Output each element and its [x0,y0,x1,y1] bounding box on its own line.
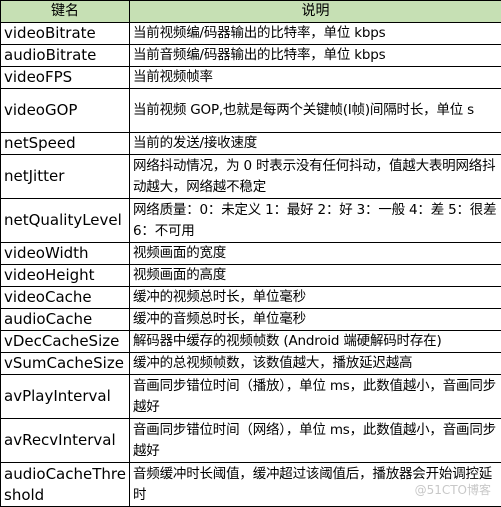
table-row: audioBitrate 当前音频编/码器输出的比特率，单位 kbps [0,44,501,67]
row-description: 当前音频编/码器输出的比特率，单位 kbps [129,44,501,67]
table-row: audioCache 缓冲的音频总时长，单位毫秒 [0,308,501,331]
row-key: vDecCacheSize [0,330,130,353]
row-key: videoFPS [0,66,130,89]
table-row: videoWidth 视频画面的宽度 [0,242,501,265]
row-description: 音画同步错位时间（网络），单位 ms，此数值越小，音画同步越好 [129,418,501,463]
row-key: audioCache [0,308,130,331]
watermark: @51CTO博客 [414,483,491,497]
row-description: 当前视频 GOP,也就是每两个关键帧(I帧)间隔时长，单位 s [129,88,501,133]
row-key: videoCache [0,286,130,309]
row-key: videoGOP [0,88,130,133]
row-key: videoBitrate [0,22,130,45]
table-row: videoGOP 当前视频 GOP,也就是每两个关键帧(I帧)间隔时长，单位 s [0,88,501,133]
row-description: 当前的发送/接收速度 [129,132,501,155]
row-key: audioCacheThreshold [0,462,130,507]
table-row: vSumCacheSize 缓冲的总视频帧数，该数值越大，播放延迟越高 [0,352,501,375]
row-description: 网络抖动情况，为 0 时表示没有任何抖动，值越大表明网络抖动越大，网络越不稳定 [129,154,501,199]
row-description: 缓冲的音频总时长，单位毫秒 [129,308,501,331]
row-key: avPlayInterval [0,374,130,419]
row-description: 缓冲的总视频帧数，该数值越大，播放延迟越高 [129,352,501,375]
table-row: netQualityLevel 网络质量：0：未定义 1：最好 2：好 3：一般 … [0,198,501,243]
row-key: netSpeed [0,132,130,155]
row-description: 音画同步错位时间（播放），单位 ms，此数值越小，音画同步越好 [129,374,501,419]
row-key: audioBitrate [0,44,130,67]
row-key: vSumCacheSize [0,352,130,375]
row-key: netQualityLevel [0,198,130,243]
row-description: 当前视频编/码器输出的比特率，单位 kbps [129,22,501,45]
header-description: 说明 [129,0,501,23]
table-row: videoFPS 当前视频帧率 [0,66,501,89]
row-description: 网络质量：0：未定义 1：最好 2：好 3：一般 4：差 5：很差 6：不可用 [129,198,501,243]
table-row: avRecvInterval 音画同步错位时间（网络），单位 ms，此数值越小，音… [0,418,501,463]
row-key: videoHeight [0,264,130,287]
table-body: videoBitrate 当前视频编/码器输出的比特率，单位 kbps audioB… [0,22,501,507]
table-row: netSpeed 当前的发送/接收速度 [0,132,501,155]
table-row: avPlayInterval 音画同步错位时间（播放），单位 ms，此数值越小，音… [0,374,501,419]
row-description: 缓冲的视频总时长，单位毫秒 [129,286,501,309]
row-description: 视频画面的宽度 [129,242,501,265]
header-row: 键名 说明 [0,0,501,23]
row-description: 解码器中缓存的视频帧数 (Android 端硬解码时存在) [129,330,501,353]
table-row: netJitter 网络抖动情况，为 0 时表示没有任何抖动，值越大表明网络抖动越… [0,154,501,199]
parameters-table: 键名 说明 videoBitrate 当前视频编/码器输出的比特率，单位 kbps… [0,0,501,507]
table-row: videoHeight 视频画面的高度 [0,264,501,287]
header-key: 键名 [0,0,130,23]
row-description: 当前视频帧率 [129,66,501,89]
table-row: videoBitrate 当前视频编/码器输出的比特率，单位 kbps [0,22,501,45]
row-key: avRecvInterval [0,418,130,463]
row-key: videoWidth [0,242,130,265]
table-row: vDecCacheSize 解码器中缓存的视频帧数 (Android 端硬解码时存… [0,330,501,353]
row-key: netJitter [0,154,130,199]
table-row: videoCache 缓冲的视频总时长，单位毫秒 [0,286,501,309]
row-description: 视频画面的高度 [129,264,501,287]
